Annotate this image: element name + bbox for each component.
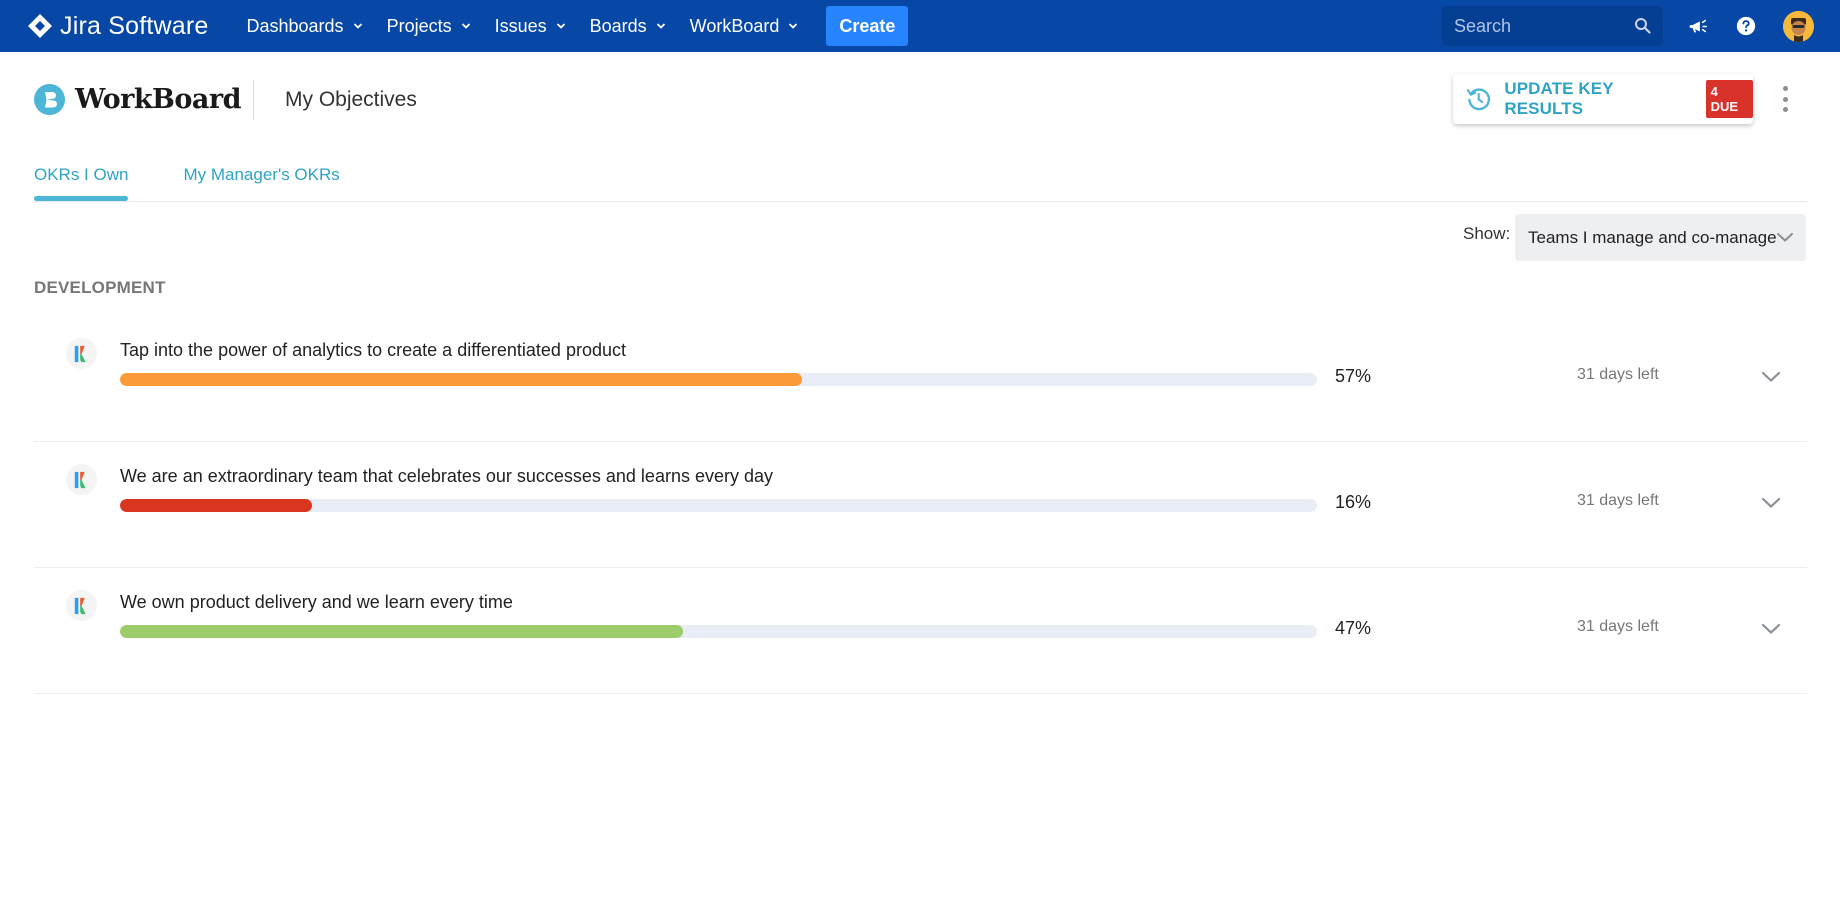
objective-progress-fill: [120, 499, 312, 512]
nav-workboard-label: WorkBoard: [689, 15, 780, 36]
chevron-down-icon[interactable]: [1760, 620, 1782, 638]
show-filter-value: Teams I manage and co-manage: [1528, 227, 1777, 247]
help-button[interactable]: [1734, 14, 1758, 38]
objective-row[interactable]: Tap into the power of analytics to creat…: [34, 316, 1807, 442]
search-input[interactable]: [1454, 15, 1624, 37]
refresh-clock-icon: [1466, 88, 1491, 111]
objective-row[interactable]: We are an extraordinary team that celebr…: [34, 442, 1807, 568]
objective-row[interactable]: We own product delivery and we learn eve…: [34, 568, 1807, 694]
avatar-face-icon: [1783, 11, 1814, 42]
due-count-badge: 4 DUE: [1705, 80, 1753, 118]
objective-percent: 47%: [1335, 618, 1372, 638]
chevron-down-icon: [656, 23, 665, 29]
help-icon: [1736, 16, 1756, 36]
kebab-dot: [1782, 86, 1788, 91]
owner-logo-icon: [66, 464, 97, 495]
app-name: WorkBoard: [75, 84, 242, 115]
objective-days-left: 31 days left: [1577, 492, 1659, 509]
nav-boards[interactable]: Boards: [578, 0, 678, 52]
workboard-logo-icon: [34, 84, 65, 115]
objective-days-left: 31 days left: [1577, 366, 1659, 383]
chevron-down-icon: [1777, 233, 1793, 242]
nav-issues[interactable]: Issues: [483, 0, 578, 52]
nav-projects[interactable]: Projects: [375, 0, 483, 52]
nav-projects-label: Projects: [386, 15, 452, 36]
owner-logo-icon: [66, 338, 97, 369]
notifications-button[interactable]: [1686, 14, 1710, 38]
objective-progress-bar: [120, 373, 1317, 386]
workboard-logo: WorkBoard: [34, 84, 242, 115]
nav-issues-label: Issues: [494, 15, 547, 36]
kebab-dot: [1782, 96, 1788, 102]
jira-logo-icon: [28, 14, 52, 38]
search-box[interactable]: [1442, 6, 1663, 46]
tab-my-managers-okrs[interactable]: My Manager's OKRs: [183, 165, 339, 201]
objective-days-left: 31 days left: [1577, 618, 1659, 635]
objective-title[interactable]: We are an extraordinary team that celebr…: [120, 466, 773, 487]
nav-workboard[interactable]: WorkBoard: [678, 0, 811, 52]
create-button[interactable]: Create: [826, 6, 909, 46]
kebab-dot: [1782, 107, 1788, 112]
tab-okrs-i-own[interactable]: OKRs I Own: [34, 165, 129, 201]
top-navigation-bar: Jira Software Dashboards Projects Issues…: [0, 0, 1840, 52]
update-key-results-label: UPDATE KEY RESULTS: [1504, 79, 1614, 118]
objective-progress-bar: [120, 625, 1317, 638]
objective-progress-fill: [120, 373, 803, 386]
objective-title[interactable]: We own product delivery and we learn eve…: [120, 592, 513, 613]
nav-dashboards-label: Dashboards: [246, 15, 344, 36]
objective-percent: 57%: [1335, 366, 1372, 386]
objectives-list: Tap into the power of analytics to creat…: [34, 316, 1807, 694]
nav-boards-label: Boards: [589, 15, 647, 36]
objective-title[interactable]: Tap into the power of analytics to creat…: [120, 340, 626, 361]
objective-percent: 16%: [1335, 492, 1372, 512]
nav-dashboards[interactable]: Dashboards: [235, 0, 375, 52]
owner-logo-icon: [66, 590, 97, 621]
section-title: DEVELOPMENT: [34, 278, 166, 297]
header-divider: [253, 80, 254, 120]
chevron-down-icon[interactable]: [1760, 368, 1782, 386]
megaphone-icon: [1689, 19, 1707, 33]
more-options-icon[interactable]: [1778, 86, 1792, 112]
update-key-results-button[interactable]: UPDATE KEY RESULTS 4 DUE: [1453, 74, 1753, 124]
jira-logo[interactable]: Jira Software: [26, 12, 209, 41]
page-title: My Objectives: [285, 88, 417, 111]
chevron-down-icon: [461, 23, 470, 29]
chevron-down-icon: [556, 23, 565, 29]
objective-progress-fill: [120, 625, 683, 638]
tabs-divider: [34, 201, 1807, 202]
chevron-down-icon: [353, 23, 362, 29]
objective-progress-bar: [120, 499, 1317, 512]
show-filter-dropdown[interactable]: Teams I manage and co-manage: [1515, 214, 1806, 261]
show-filter-label: Show:: [1463, 224, 1511, 243]
chevron-down-icon[interactable]: [1760, 494, 1782, 512]
product-name: Jira Software: [60, 11, 209, 40]
okr-tabs: OKRs I Own My Manager's OKRs: [34, 165, 340, 201]
chevron-down-icon: [789, 23, 798, 29]
search-icon[interactable]: [1634, 17, 1651, 34]
user-avatar[interactable]: [1783, 11, 1814, 42]
